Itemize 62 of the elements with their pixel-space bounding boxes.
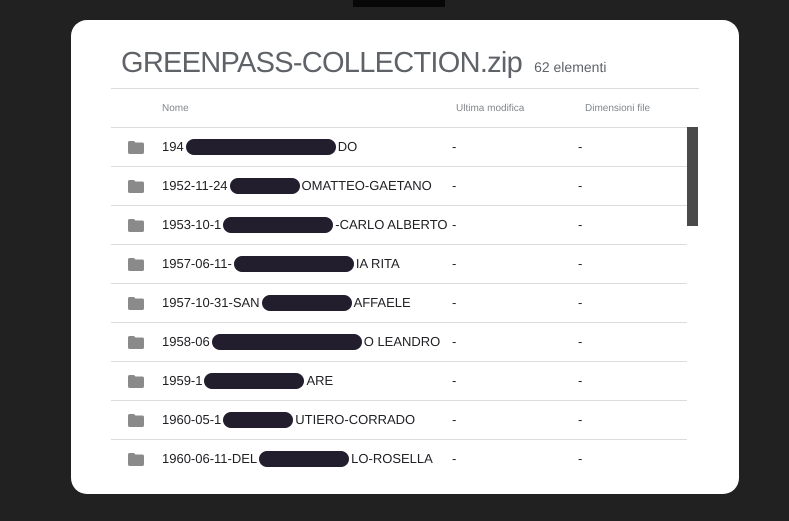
folder-icon: [128, 336, 144, 348]
size-cell-text: -: [578, 450, 582, 468]
column-header[interactable]: Dimensioni file: [585, 100, 650, 116]
file-name: 1957-06-11-: [162, 255, 232, 274]
archive-title: GREENPASS-COLLECTION.zip: [121, 46, 522, 81]
file-row[interactable]: 1957-10-31-SAN AFFAELE - -: [111, 283, 687, 322]
size-cell-text: -: [578, 177, 582, 196]
size-cell-text: -: [578, 255, 582, 274]
redaction-mark: [230, 178, 300, 194]
folder-icon: [128, 140, 144, 154]
folder-icon: [128, 452, 144, 466]
file-name: O LEANDRO: [364, 333, 440, 352]
file-name: 1958-06: [162, 333, 210, 352]
file-name: OMATTEO-GAETANO: [302, 177, 432, 196]
file-name: UTIERO-CORRADO: [295, 411, 416, 430]
file-row[interactable]: 1958-06 O LEANDRO - -: [111, 322, 687, 361]
file-name: 1960-06-11-DEL: [162, 450, 258, 468]
folder-icon: [128, 218, 144, 232]
file-row[interactable]: 1960-05-1 UTIERO-CORRADO - -: [111, 400, 687, 439]
folder-icon: [128, 296, 144, 310]
file-row[interactable]: 1953-10-1 -CARLO ALBERTO - -: [111, 205, 687, 244]
file-row[interactable]: 1957-06-11- IA RITA - -: [111, 244, 687, 283]
file-name: AFFAELE: [354, 294, 411, 312]
modified-cell-text: -: [452, 255, 458, 274]
column-header[interactable]: Ultima modifica: [456, 100, 585, 116]
size-cell-text: -: [578, 411, 582, 430]
size-cell-text: -: [578, 333, 582, 352]
size-cell-text: -: [578, 294, 582, 312]
file-row[interactable]: 194 DO - -: [111, 127, 687, 166]
file-name: 1953-10-1: [162, 216, 222, 234]
folder-icon: [128, 258, 144, 270]
modified-cell-text: -: [452, 177, 458, 196]
file-name: ARE: [306, 372, 334, 390]
column-header[interactable]: Nome: [162, 100, 456, 116]
file-row[interactable]: 1952-11-24 OMATTEO-GAETANO - -: [111, 166, 687, 205]
file-name: -CARLO ALBERTO: [335, 216, 448, 234]
size-cell-text: -: [578, 216, 582, 234]
modified-cell-text: -: [452, 294, 458, 312]
item-count: 62 elementi: [534, 58, 606, 77]
size-cell-text: -: [578, 138, 582, 156]
file-name: 1952-11-24: [162, 177, 228, 196]
file-row[interactable]: 1959-1 ARE - -: [111, 361, 687, 400]
scrollbar-thumb[interactable]: [687, 127, 698, 226]
modified-cell-text: -: [452, 411, 458, 430]
size-cell-text: -: [578, 372, 582, 390]
file-name: DO: [338, 138, 358, 156]
folder-icon: [128, 414, 144, 426]
file-name: 194: [162, 138, 184, 156]
modified-cell-text: -: [452, 216, 458, 234]
folder-icon: [128, 180, 144, 192]
file-name: 1959-1: [162, 372, 202, 390]
file-name: IA RITA: [356, 255, 400, 274]
file-row[interactable]: 1960-06-11-DEL LO-ROSELLA - -: [111, 439, 687, 478]
modified-cell-text: -: [452, 333, 458, 352]
file-name: 1960-05-1: [162, 411, 222, 430]
modified-cell-text: -: [452, 372, 458, 390]
modified-cell-text: -: [452, 138, 458, 156]
file-name: 1957-10-31-SAN: [162, 294, 260, 312]
modified-cell-text: -: [452, 450, 458, 468]
redaction-mark: [223, 412, 294, 428]
file-name: LO-ROSELLA: [351, 450, 433, 468]
folder-icon: [128, 374, 144, 388]
